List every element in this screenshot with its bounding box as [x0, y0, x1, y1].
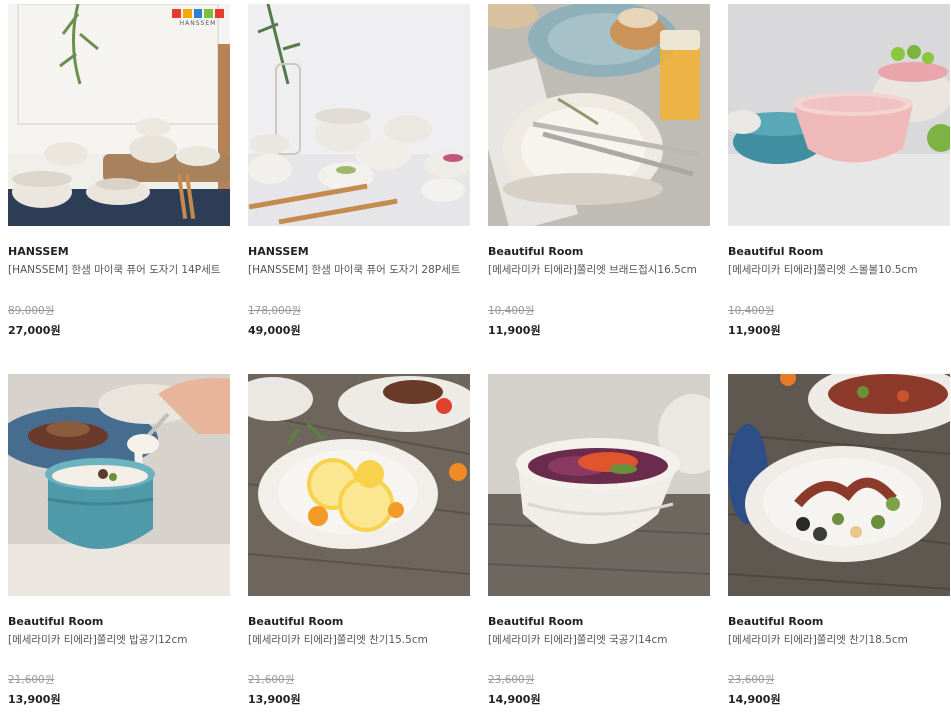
sale-price: 13,900원	[8, 693, 61, 706]
product-brand: Beautiful Room	[488, 245, 584, 258]
product-title[interactable]: [HANSSEM] 한샘 마이쿡 퓨어 도자기 28P세트	[248, 261, 470, 279]
sale-price: 13,900원	[248, 693, 301, 706]
product-image	[488, 374, 710, 596]
product-brand: HANSSEM	[8, 245, 69, 258]
product-card[interactable]: Beautiful Room [메세라미카 티에라]쫄리엣 밥공기12cm 21…	[8, 374, 230, 706]
product-image-link[interactable]	[8, 374, 230, 596]
product-card[interactable]: Beautiful Room [메세라미카 티에라]쫄리엣 브래드접시16.5c…	[488, 4, 710, 337]
product-card[interactable]: Beautiful Room [메세라미카 티에라]쫄리엣 국공기14cm 23…	[488, 374, 710, 706]
product-card[interactable]: HANSSEM HANSSEM [HANSSEM] 한샘 마이쿡 퓨어 도자기 …	[8, 4, 230, 337]
product-image-link[interactable]	[728, 4, 950, 226]
product-title[interactable]: [메세라미카 티에라]쫄리엣 국공기14cm	[488, 631, 710, 649]
product-image-link[interactable]	[248, 4, 470, 226]
product-image	[8, 374, 230, 596]
original-price: 21,600원	[248, 674, 295, 686]
product-image	[248, 4, 470, 226]
product-brand: Beautiful Room	[728, 245, 824, 258]
sale-price: 27,000원	[8, 324, 61, 337]
product-image	[728, 374, 950, 596]
product-brand: Beautiful Room	[488, 615, 584, 628]
sale-price: 11,900원	[488, 324, 541, 337]
product-title[interactable]: [메세라미카 티에라]쫄리엣 밥공기12cm	[8, 631, 230, 649]
original-price: 10,400원	[488, 305, 535, 317]
product-brand: Beautiful Room	[728, 615, 824, 628]
product-image-link[interactable]	[488, 4, 710, 226]
product-image-link[interactable]	[488, 374, 710, 596]
product-card[interactable]: Beautiful Room [메세라미카 티에라]쫄리엣 스몰볼10.5cm …	[728, 4, 950, 337]
product-brand: HANSSEM	[248, 245, 309, 258]
original-price: 23,600원	[728, 674, 775, 686]
product-image-link[interactable]	[728, 374, 950, 596]
original-price: 23,600원	[488, 674, 535, 686]
product-image	[488, 4, 710, 226]
product-image	[728, 4, 950, 226]
original-price: 10,400원	[728, 305, 775, 317]
sale-price: 49,000원	[248, 324, 301, 337]
product-title[interactable]: [메세라미카 티에라]쫄리엣 찬기18.5cm	[728, 631, 950, 649]
sale-price: 14,900원	[728, 693, 781, 706]
product-image-link[interactable]: HANSSEM	[8, 4, 230, 226]
product-brand: Beautiful Room	[248, 615, 344, 628]
product-image	[8, 4, 230, 226]
product-image	[248, 374, 470, 596]
product-title[interactable]: [메세라미카 티에라]쫄리엣 찬기15.5cm	[248, 631, 470, 649]
product-title[interactable]: [메세라미카 티에라]쫄리엣 스몰볼10.5cm	[728, 261, 950, 279]
sale-price: 11,900원	[728, 324, 781, 337]
original-price: 178,000원	[248, 305, 302, 317]
product-card[interactable]: HANSSEM [HANSSEM] 한샘 마이쿡 퓨어 도자기 28P세트 17…	[248, 4, 470, 337]
product-grid: HANSSEM HANSSEM [HANSSEM] 한샘 마이쿡 퓨어 도자기 …	[0, 0, 951, 721]
product-image-link[interactable]	[248, 374, 470, 596]
original-price: 89,000원	[8, 305, 55, 317]
hanssem-logo: HANSSEM	[172, 9, 224, 33]
sale-price: 14,900원	[488, 693, 541, 706]
product-brand: Beautiful Room	[8, 615, 104, 628]
original-price: 21,600원	[8, 674, 55, 686]
product-title[interactable]: [메세라미카 티에라]쫄리엣 브래드접시16.5cm	[488, 261, 710, 279]
product-title[interactable]: [HANSSEM] 한샘 마이쿡 퓨어 도자기 14P세트	[8, 261, 230, 279]
product-card[interactable]: Beautiful Room [메세라미카 티에라]쫄리엣 찬기18.5cm 2…	[728, 374, 950, 706]
product-card[interactable]: Beautiful Room [메세라미카 티에라]쫄리엣 찬기15.5cm 2…	[248, 374, 470, 706]
